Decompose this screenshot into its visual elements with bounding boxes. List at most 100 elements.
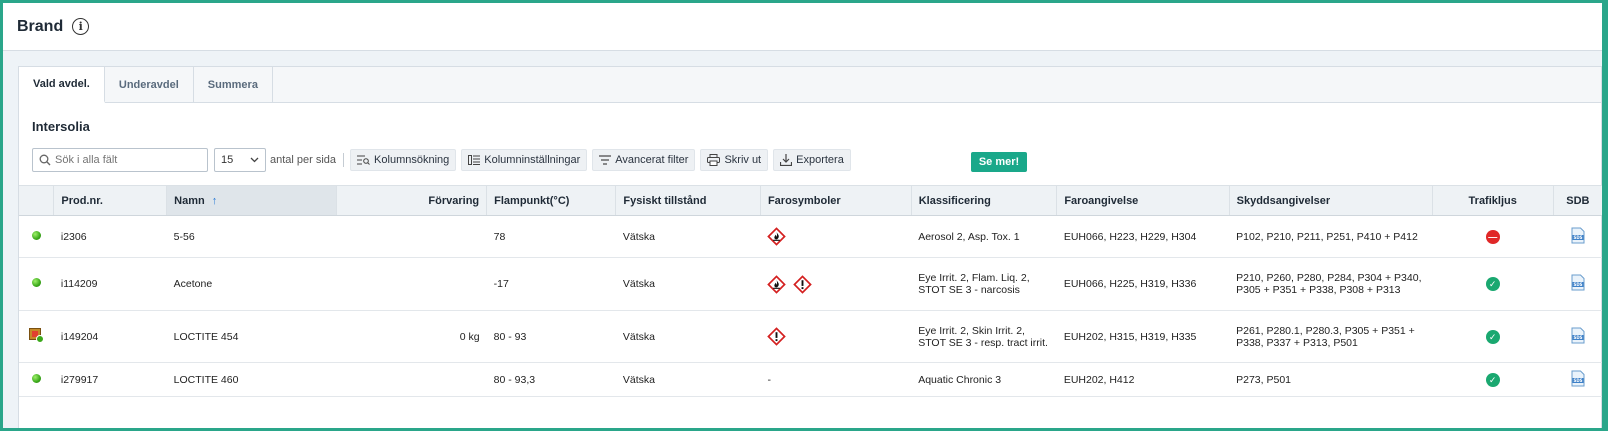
cell-storage bbox=[336, 215, 487, 258]
search-input[interactable] bbox=[55, 154, 195, 166]
cell-state: Vätska bbox=[615, 362, 761, 397]
per-page-label: antal per sida bbox=[270, 154, 337, 166]
cell-storage bbox=[336, 362, 487, 397]
col-status bbox=[19, 185, 55, 216]
toolbar-divider bbox=[343, 153, 345, 167]
download-icon bbox=[780, 154, 793, 166]
print-button[interactable]: Skriv ut bbox=[700, 149, 769, 171]
table-row[interactable]: i279917 LOCTITE 460 80 - 93,3 Vätska - A… bbox=[19, 362, 1602, 397]
cell-symbols bbox=[760, 310, 912, 363]
app-frame: Brand i Vald avdel. Underavdel Summera I… bbox=[3, 3, 1602, 428]
cell-hazard: EUH066, H223, H229, H304 bbox=[1056, 215, 1230, 258]
export-label: Exportera bbox=[796, 154, 844, 166]
cell-prodnr: i2306 bbox=[53, 215, 167, 258]
export-button[interactable]: Exportera bbox=[773, 149, 851, 171]
search-icon bbox=[39, 154, 51, 166]
cell-name: LOCTITE 454 bbox=[166, 310, 337, 363]
cell-flashpoint: -17 bbox=[486, 257, 616, 311]
sort-asc-icon: ↑ bbox=[211, 194, 218, 207]
advanced-filter-button[interactable]: Avancerat filter bbox=[592, 149, 696, 171]
col-name[interactable]: Namn ↑ bbox=[166, 185, 338, 216]
printer-icon bbox=[707, 154, 721, 166]
status-dot-icon bbox=[31, 230, 41, 240]
cell-flashpoint: 80 - 93,3 bbox=[486, 362, 616, 397]
cell-prodnr: i279917 bbox=[53, 362, 167, 397]
search-box[interactable] bbox=[32, 148, 208, 172]
page-size-select[interactable]: 15 bbox=[214, 148, 266, 172]
cell-precaution: P273, P501 bbox=[1229, 362, 1433, 397]
cell-classification: Aerosol 2, Asp. Tox. 1 bbox=[911, 215, 1057, 258]
col-storage[interactable]: Förvaring bbox=[336, 185, 488, 216]
cell-symbols: - bbox=[760, 362, 912, 397]
table-row[interactable]: i2306 5-56 78 Vätska Aerosol 2, Asp. Tox… bbox=[19, 215, 1602, 258]
table-header-row: Prod.nr. Namn ↑ Förvaring Flampunkt(°C) … bbox=[19, 185, 1602, 216]
tab-underavdel[interactable]: Underavdel bbox=[105, 67, 194, 102]
cell-prodnr: i114209 bbox=[53, 257, 167, 311]
cell-storage: 0 kg bbox=[336, 310, 487, 363]
col-flashpoint[interactable]: Flampunkt(°C) bbox=[486, 185, 617, 216]
column-search-button[interactable]: Kolumnsökning bbox=[350, 149, 457, 171]
cell-name: LOCTITE 460 bbox=[166, 362, 337, 397]
section-title: Intersolia bbox=[32, 119, 90, 134]
sds-document-icon[interactable]: SDS bbox=[1571, 327, 1585, 344]
tab-vald-avdel[interactable]: Vald avdel. bbox=[19, 67, 105, 103]
col-state[interactable]: Fysiskt tillstånd bbox=[615, 185, 761, 216]
cell-classification: Eye Irrit. 2, Flam. Liq. 2, STOT SE 3 - … bbox=[911, 257, 1057, 311]
cell-symbols bbox=[760, 257, 912, 311]
cell-prodnr: i149204 bbox=[53, 310, 167, 363]
content-panel: Vald avdel. Underavdel Summera Intersoli… bbox=[18, 66, 1602, 428]
cell-name: 5-56 bbox=[166, 215, 337, 258]
sds-document-icon[interactable]: SDS bbox=[1571, 227, 1585, 244]
cell-state: Vätska bbox=[615, 257, 761, 311]
col-prodnr[interactable]: Prod.nr. bbox=[53, 185, 168, 216]
col-traffic[interactable]: Trafikljus bbox=[1432, 185, 1554, 216]
ghs-exclamation-icon bbox=[767, 327, 787, 346]
column-settings-label: Kolumninställningar bbox=[484, 154, 581, 166]
col-hazard[interactable]: Faroangivelse bbox=[1056, 185, 1230, 216]
see-more-button[interactable]: Se mer! bbox=[970, 152, 1028, 172]
table-row[interactable]: i149204 LOCTITE 454 0 kg 80 - 93 Vätska … bbox=[19, 310, 1602, 363]
info-icon[interactable]: i bbox=[72, 18, 90, 35]
cell-precaution: P210, P260, P280, P284, P304 + P340, P30… bbox=[1229, 257, 1433, 311]
cell-precaution: P261, P280.1, P280.3, P305 + P351 + P338… bbox=[1229, 310, 1433, 363]
tab-summera[interactable]: Summera bbox=[194, 67, 273, 102]
ghs-flammable-icon bbox=[767, 274, 787, 294]
cell-state: Vätska bbox=[615, 310, 761, 363]
col-name-label: Namn bbox=[174, 194, 205, 207]
tab-bar: Vald avdel. Underavdel Summera bbox=[19, 67, 1601, 103]
svg-text:SDS: SDS bbox=[1573, 282, 1582, 287]
columns-icon bbox=[468, 155, 481, 165]
column-settings-button[interactable]: Kolumninställningar bbox=[461, 149, 588, 171]
svg-text:SDS: SDS bbox=[1573, 235, 1582, 240]
storage-location-icon bbox=[29, 328, 45, 343]
table-toolbar: 15 antal per sida Kolumnsökning Kolumnin… bbox=[32, 148, 1592, 172]
ghs-flammable-icon bbox=[767, 227, 787, 246]
column-search-label: Kolumnsökning bbox=[374, 154, 450, 166]
chevron-down-icon bbox=[250, 157, 259, 163]
cell-state: Vätska bbox=[615, 215, 761, 258]
table-row[interactable]: i114209 Acetone -17 Vätska Eye Irrit. 2,… bbox=[19, 257, 1602, 311]
cell-storage bbox=[336, 257, 487, 311]
cell-hazard: EUH066, H225, H319, H336 bbox=[1056, 257, 1230, 311]
status-dot-icon bbox=[31, 278, 41, 287]
cell-classification: Aquatic Chronic 3 bbox=[911, 362, 1057, 397]
print-label: Skriv ut bbox=[724, 154, 762, 166]
page-title: Brand bbox=[17, 17, 64, 35]
page-header: Brand i bbox=[3, 3, 1602, 51]
filter-icon bbox=[599, 155, 612, 165]
traffic-light-green-icon: ✓ bbox=[1485, 372, 1500, 387]
ghs-exclamation-icon bbox=[793, 274, 813, 294]
sds-document-icon[interactable]: SDS bbox=[1571, 370, 1585, 387]
col-precaution[interactable]: Skyddsangivelser bbox=[1229, 185, 1433, 216]
cell-hazard: EUH202, H315, H319, H335 bbox=[1056, 310, 1230, 363]
cell-symbols bbox=[760, 215, 912, 258]
traffic-light-red-icon: — bbox=[1485, 229, 1500, 244]
col-classification[interactable]: Klassificering bbox=[911, 185, 1058, 216]
col-sds[interactable]: SDB bbox=[1553, 185, 1602, 216]
traffic-light-green-icon: ✓ bbox=[1485, 329, 1500, 344]
column-search-icon bbox=[357, 155, 370, 165]
col-symbols[interactable]: Farosymboler bbox=[760, 185, 912, 216]
cell-classification: Eye Irrit. 2, Skin Irrit. 2, STOT SE 3 -… bbox=[911, 310, 1057, 363]
sds-document-icon[interactable]: SDS bbox=[1571, 274, 1585, 291]
status-dot-icon bbox=[31, 373, 41, 383]
